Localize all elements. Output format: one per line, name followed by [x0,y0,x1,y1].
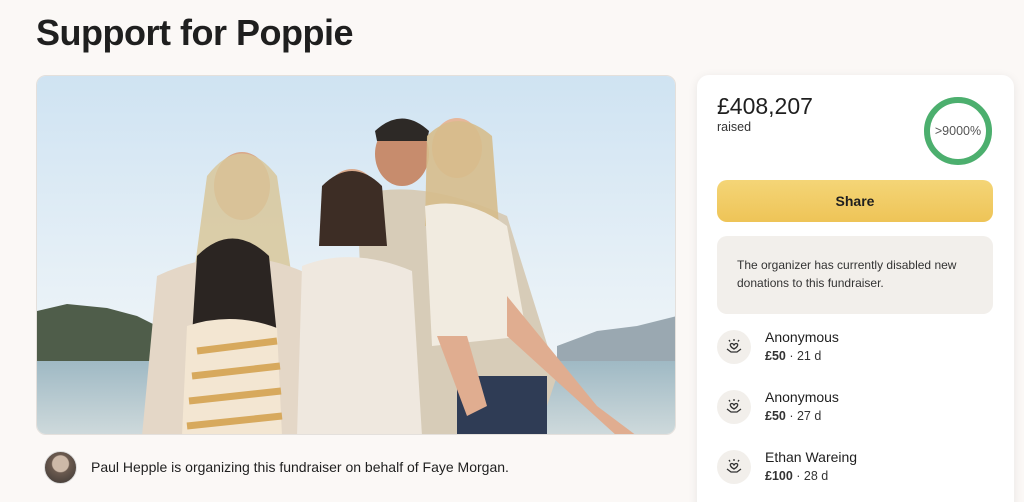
donor-name: Ethan Wareing [765,449,858,465]
donor-name: Anonymous [765,389,839,405]
donation-amount: £100 [765,469,793,483]
organizer-avatar[interactable] [44,450,77,484]
donation-card: £408,207 raised >9000% Share The organiz… [697,75,1014,502]
donation-age: 28 d [803,469,829,483]
donation-age: 21 d [796,349,822,363]
organizer-text: Paul Hepple is organizing this fundraise… [91,459,509,475]
raised-label: raised [717,120,752,134]
donor-name: Anonymous [765,329,839,345]
donation-amount: £50 [765,349,786,363]
raised-amount: £408,207 [717,93,813,119]
donation-age: 27 d [796,409,822,423]
page-title: Support for Poppie [36,12,353,53]
donation-item: Ethan Wareing £100 · 28 d [717,448,997,488]
donations-disabled-notice: The organizer has currently disabled new… [717,236,993,314]
heart-hand-icon [717,330,751,364]
donation-amount: £50 [765,409,786,423]
donation-item: Anonymous £50 · 27 d [717,388,997,428]
heart-hand-icon [717,390,751,424]
fundraiser-photo[interactable] [36,75,676,435]
donation-item: Anonymous £50 · 21 d [717,328,997,368]
share-button[interactable]: Share [717,180,993,222]
heart-hand-icon [717,450,751,484]
progress-percent: >9000% [934,124,982,138]
organizer-row: Paul Hepple is organizing this fundraise… [44,450,509,484]
